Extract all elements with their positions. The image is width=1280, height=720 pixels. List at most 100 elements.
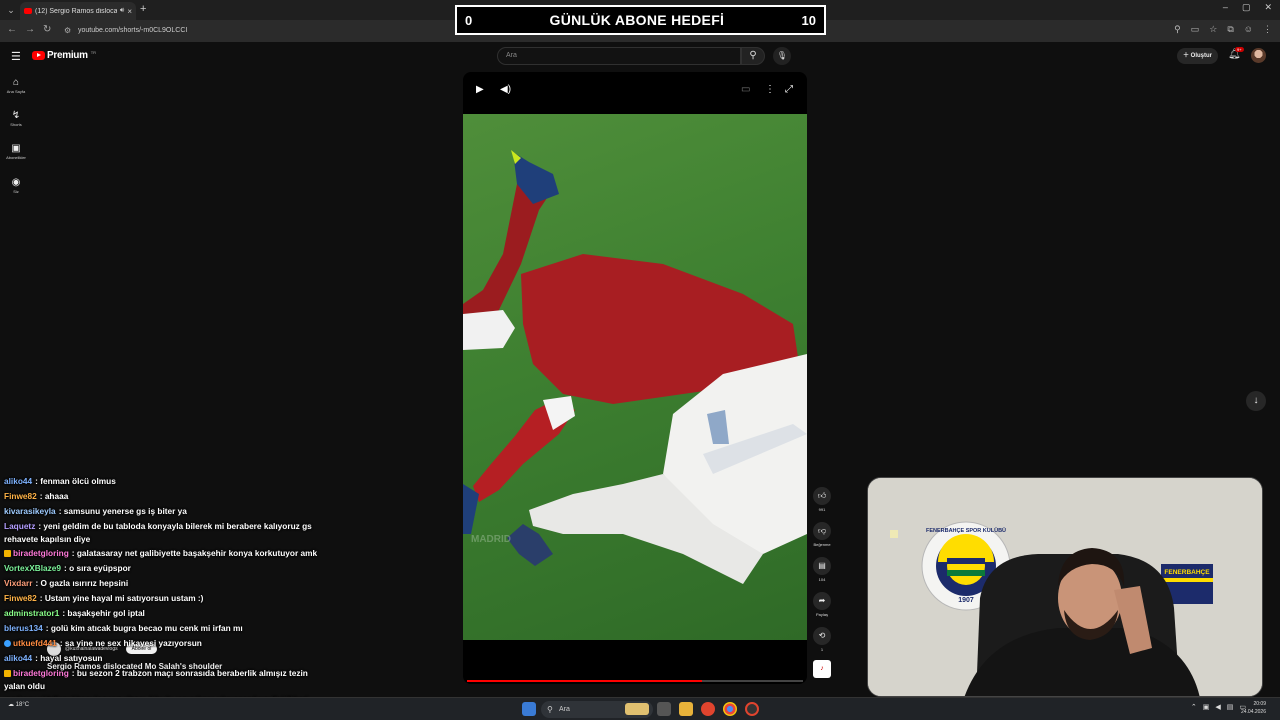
notification-badge: 9+ bbox=[1235, 47, 1244, 52]
fullscreen-icon[interactable]: ⤢ bbox=[785, 84, 793, 95]
profile-icon[interactable]: ☺ bbox=[1244, 24, 1253, 35]
chat-message: adminstrator1: başakşehir gol iptal bbox=[0, 606, 330, 621]
shorts-player[interactable]: ▶ ◀︎) ▭ ⋮ ⤢ MADRID bbox=[463, 72, 807, 684]
subscriber-badge-icon bbox=[4, 670, 11, 677]
chat-text: : Ustam yine hayal mi satıyorsun ustam :… bbox=[39, 593, 204, 603]
taskbar-clock[interactable]: 20:09 24.04.2026 bbox=[1241, 700, 1266, 716]
chat-username: biradetgloring bbox=[13, 668, 69, 678]
maximize-button[interactable]: ▢ bbox=[1242, 2, 1251, 13]
url-text: youtube.com/shorts/-m0CL9OLCCI bbox=[78, 27, 188, 34]
chat-message: Finwe82: ahaaa bbox=[0, 489, 330, 504]
clock-time: 20:09 bbox=[1253, 701, 1266, 707]
bookmark-star-icon[interactable]: ☆ bbox=[1209, 24, 1217, 35]
forward-icon[interactable]: → bbox=[25, 24, 35, 35]
tray-app-icon[interactable]: ▣ bbox=[1203, 703, 1210, 711]
voice-search-icon[interactable]: 🎙︎ bbox=[773, 47, 791, 65]
account-avatar[interactable] bbox=[1251, 48, 1266, 63]
rail-item-home[interactable]: ⌂ Ana Sayfa bbox=[2, 77, 30, 94]
windows-start-icon[interactable] bbox=[522, 702, 536, 716]
dislike-label: Beğenme bbox=[813, 542, 831, 547]
comment-count: 104 bbox=[818, 577, 826, 582]
share-label: Paylaş bbox=[815, 612, 828, 617]
browser-tab[interactable]: (12) Sergio Ramos dislocat 🔊︎ × bbox=[20, 2, 136, 20]
wall-sticker bbox=[890, 530, 898, 538]
goal-current: 0 bbox=[465, 12, 473, 28]
logo-text: Premium bbox=[47, 50, 88, 61]
home-icon: ⌂ bbox=[12, 77, 20, 88]
comments-button[interactable]: ▤ 104 bbox=[812, 557, 832, 582]
play-icon[interactable]: ▶ bbox=[476, 84, 484, 95]
widgets-icon[interactable] bbox=[625, 703, 649, 715]
like-button[interactable]: 👍︎ 991 bbox=[812, 487, 832, 512]
rail-label: Ana Sayfa bbox=[6, 89, 26, 94]
chat-username: adminstrator1 bbox=[4, 608, 60, 618]
network-icon[interactable]: ▤ bbox=[1227, 703, 1234, 711]
thumbs-down-icon: 👎︎ bbox=[813, 522, 831, 540]
white-player-boot bbox=[507, 524, 553, 566]
speaker-icon[interactable]: 🔊︎ bbox=[120, 7, 124, 15]
clock-date: 24.04.2026 bbox=[1240, 709, 1266, 715]
chat-text: : fenman ölcü olmus bbox=[35, 476, 116, 486]
chat-text: : ahaaa bbox=[39, 491, 69, 501]
browser-menu-icon[interactable]: ⋮ bbox=[1263, 24, 1272, 35]
rail-item-shorts[interactable]: ↯ Shorts bbox=[2, 110, 30, 127]
window-controls: – ▢ ✕ bbox=[1223, 2, 1272, 13]
dislike-button[interactable]: 👎︎ Beğenme bbox=[812, 522, 832, 547]
remix-count: 1 bbox=[820, 647, 824, 652]
chat-username: Vixdarr bbox=[4, 578, 33, 588]
more-options-icon[interactable]: ⋮ bbox=[765, 84, 775, 95]
chat-message: Finwe82: Ustam yine hayal mi satıyorsun … bbox=[0, 591, 330, 606]
site-info-icon[interactable]: ⚙︎ bbox=[64, 23, 71, 39]
flag-text: FENERBAHÇE bbox=[1164, 569, 1210, 576]
tab-search-chevron-icon[interactable]: ⌄ bbox=[4, 3, 18, 17]
new-tab-button[interactable]: + bbox=[140, 3, 146, 15]
rail-item-subscriptions[interactable]: ▣ Abonelikler bbox=[2, 143, 30, 160]
rail-item-you[interactable]: ◉ Siz bbox=[2, 177, 30, 194]
captions-icon[interactable]: ▭ bbox=[741, 84, 750, 95]
subscriber-badge-icon bbox=[4, 550, 11, 557]
sound-thumbnail-icon: ♪ bbox=[813, 660, 831, 678]
webcam-overlay: 1907 FENERBAHÇE SPOR KULÜBÜ FENERBAHÇE bbox=[867, 477, 1263, 697]
goal-title: GÜNLÜK ABONE HEDEFİ bbox=[549, 12, 725, 28]
minimize-button[interactable]: – bbox=[1223, 2, 1228, 13]
search-button[interactable]: ⚲ bbox=[741, 47, 765, 65]
weather-widget[interactable]: ☁︎ 18°C bbox=[8, 702, 29, 709]
obs-icon[interactable] bbox=[745, 702, 759, 716]
close-window-button[interactable]: ✕ bbox=[1264, 2, 1272, 13]
task-view-icon[interactable] bbox=[657, 702, 671, 716]
video-frame[interactable]: MADRID bbox=[463, 114, 807, 640]
sound-thumbnail[interactable]: ♪ bbox=[812, 660, 832, 678]
youtube-premium-logo[interactable]: Premium TR bbox=[32, 50, 96, 61]
back-icon[interactable]: ← bbox=[7, 24, 17, 35]
chrome-icon[interactable] bbox=[723, 702, 737, 716]
create-button[interactable]: ＋ Oluştur bbox=[1177, 48, 1219, 64]
chat-username: Laquetz bbox=[4, 521, 36, 531]
logo-country: TR bbox=[90, 50, 97, 55]
brave-browser-icon[interactable] bbox=[701, 702, 715, 716]
subscriber-goal-overlay: 0 GÜNLÜK ABONE HEDEFİ 10 bbox=[455, 5, 826, 35]
cast-icon[interactable]: ▭ bbox=[1191, 24, 1200, 35]
windows-taskbar: ☁︎ 18°C ⚲ Ara ⌃ ▣ ◀︎ ▤ ▭ 20:09 24.04.202… bbox=[0, 697, 1280, 720]
video-progress[interactable] bbox=[467, 680, 803, 682]
next-short-arrow-icon[interactable]: ↓ bbox=[1246, 391, 1266, 411]
chat-username: aliko44 bbox=[4, 653, 33, 663]
file-explorer-icon[interactable] bbox=[679, 702, 693, 716]
chat-message: VortexXBlaze9: o sıra eyüpspor bbox=[0, 561, 330, 576]
subscriptions-icon: ▣ bbox=[11, 143, 21, 154]
hamburger-menu-icon[interactable]: ☰ bbox=[11, 50, 21, 63]
youtube-logo-icon bbox=[32, 51, 45, 60]
zoom-icon[interactable]: ⚲ bbox=[1174, 24, 1181, 35]
extensions-icon[interactable]: ⧉ bbox=[1227, 24, 1233, 35]
chat-text: : O gazla ısırırız hepsini bbox=[35, 578, 129, 588]
chat-message: utkuefd441: sa yine ne sex hikayesi yazı… bbox=[0, 636, 330, 651]
share-button[interactable]: ➦ Paylaş bbox=[812, 592, 832, 617]
search-input[interactable]: Ara bbox=[497, 47, 741, 65]
tab-close-icon[interactable]: × bbox=[127, 7, 132, 16]
tray-chevron-icon[interactable]: ⌃ bbox=[1191, 703, 1197, 711]
speaker-tray-icon[interactable]: ◀︎ bbox=[1215, 703, 1220, 711]
create-label: Oluştur bbox=[1190, 53, 1213, 59]
volume-icon[interactable]: ◀︎) bbox=[500, 84, 511, 95]
remix-button[interactable]: ⟲ 1 bbox=[812, 627, 832, 652]
rail-label: Abonelikler bbox=[6, 155, 26, 160]
reload-icon[interactable]: ↻ bbox=[43, 24, 51, 35]
